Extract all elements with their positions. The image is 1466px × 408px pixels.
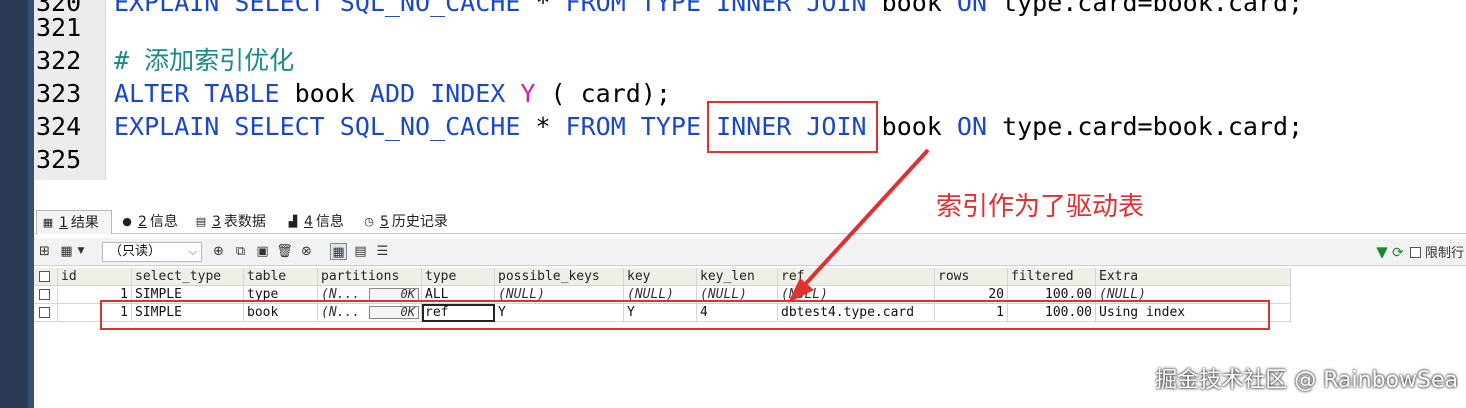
annotation-text: 索引作为了驱动表 [936,192,1145,222]
annotation-arrow-line [798,148,930,292]
annotation-arrow [788,148,930,303]
watermark: 掘金技术社区 @ RainbowSea [1155,368,1458,393]
